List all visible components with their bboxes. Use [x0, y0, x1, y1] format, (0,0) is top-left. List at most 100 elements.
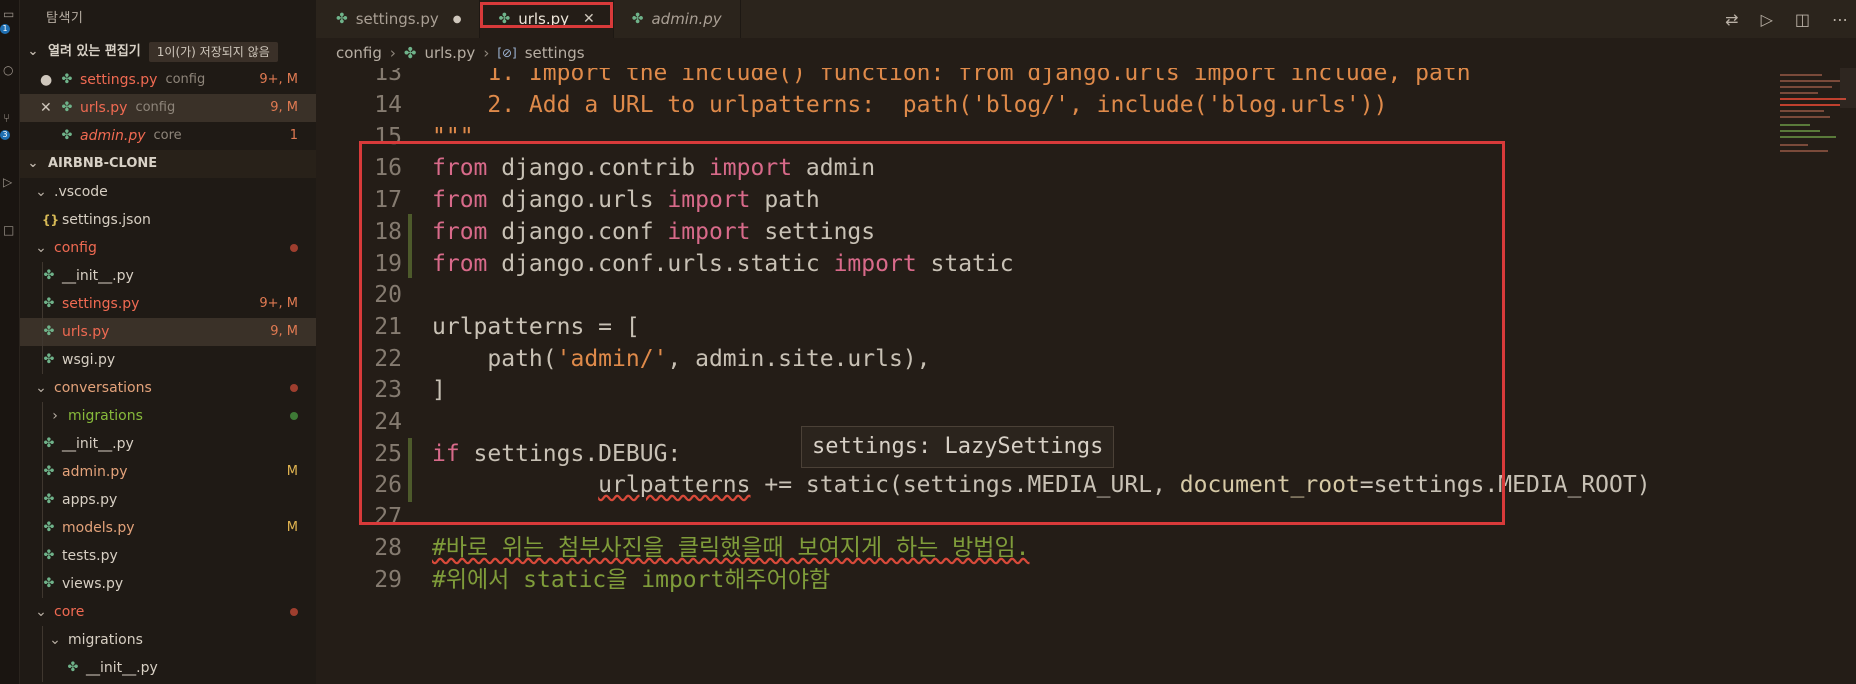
- tree-file[interactable]: {} settings.json: [20, 206, 316, 234]
- python-file-icon: ✤: [403, 44, 417, 62]
- tree-label: settings.json: [62, 212, 151, 228]
- python-file-icon: ✤: [61, 100, 73, 115]
- breadcrumb-file[interactable]: urls.py: [424, 44, 475, 62]
- python-file-icon: ✤: [631, 11, 644, 27]
- untracked-dot: [290, 412, 298, 420]
- extensions-icon[interactable]: □: [3, 224, 15, 236]
- variable-symbol-icon: [⊘]: [497, 46, 517, 60]
- line-number: 14: [374, 92, 402, 118]
- code-editor[interactable]: 13 1. Import the include() function: fro…: [316, 68, 1856, 684]
- explorer-sidebar: 탐색기 ⌄ 열려 있는 편집기 1이(가) 저장되지 않음 ● ✤ settin…: [20, 0, 316, 684]
- tree-label: urls.py: [62, 324, 110, 340]
- compare-changes-icon[interactable]: ⇄: [1725, 10, 1738, 29]
- python-file-icon: ✤: [43, 576, 55, 591]
- tree-file[interactable]: ✤ __init__.py: [20, 262, 316, 290]
- breadcrumb-symbol[interactable]: settings: [525, 44, 585, 62]
- open-editor-folder: config: [135, 100, 176, 115]
- split-editor-icon[interactable]: ◫: [1795, 10, 1810, 29]
- close-icon[interactable]: ✕: [40, 94, 52, 122]
- tree-file[interactable]: ✤ apps.py: [20, 486, 316, 514]
- breadcrumb: config › ✤ urls.py › [⊘] settings: [316, 38, 1856, 68]
- open-editors-label: 열려 있는 편집기: [48, 44, 141, 59]
- status-badge: M: [286, 464, 298, 479]
- chevron-down-icon: ⌄: [35, 184, 47, 200]
- explorer-badge: 1: [0, 24, 10, 34]
- status-badge: 1: [289, 128, 298, 143]
- breadcrumb-folder[interactable]: config: [336, 44, 382, 62]
- source-control-icon[interactable]: ⑂: [3, 112, 15, 124]
- tab-label: admin.py: [651, 10, 722, 28]
- tree-file[interactable]: ✤ views.py: [20, 570, 316, 598]
- line-number: 28: [374, 535, 402, 561]
- unsaved-dot-icon[interactable]: ●: [453, 14, 462, 25]
- tree-folder-migrations[interactable]: › migrations: [20, 402, 316, 430]
- editor-actions: ⇄ ▷ ◫ ⋯: [1725, 0, 1848, 38]
- python-file-icon: ✤: [43, 324, 55, 339]
- run-icon[interactable]: ▷: [1761, 10, 1773, 29]
- modified-dot: [290, 384, 298, 392]
- python-file-icon: ✤: [43, 296, 55, 311]
- unsaved-dot-icon[interactable]: ●: [40, 66, 52, 94]
- run-debug-icon[interactable]: ▷: [3, 176, 15, 188]
- tree-label: migrations: [68, 632, 143, 648]
- python-file-icon: ✤: [43, 352, 55, 367]
- python-file-icon: ✤: [336, 11, 348, 27]
- tree-file[interactable]: ✤ wsgi.py: [20, 346, 316, 374]
- tree-file[interactable]: ✤ __init__.py: [20, 654, 316, 682]
- tree-folder-core[interactable]: ⌄ core: [20, 598, 316, 626]
- tree-file[interactable]: ✤ admin.py M: [20, 458, 316, 486]
- hover-tooltip: settings: LazySettings: [801, 426, 1115, 468]
- tree-file[interactable]: ✤ __init__.py: [20, 430, 316, 458]
- tree-folder-conversations[interactable]: ⌄ conversations: [20, 374, 316, 402]
- tab-highlight-box: [480, 2, 613, 28]
- tree-label: core: [54, 604, 85, 620]
- modified-dot: [290, 608, 298, 616]
- tree-file[interactable]: ✤ settings.py 9+, M: [20, 290, 316, 318]
- open-editor-name: settings.py: [80, 72, 158, 88]
- workspace-header[interactable]: ⌄ AIRBNB-CLONE: [20, 150, 316, 178]
- tree-folder-migrations[interactable]: ⌄ migrations: [20, 626, 316, 654]
- python-file-icon: ✤: [43, 464, 55, 479]
- tree-folder-config[interactable]: ⌄ config: [20, 234, 316, 262]
- python-file-icon: ✤: [61, 128, 73, 143]
- open-editor-urls[interactable]: ✕ ✤ urls.py config 9, M: [20, 94, 316, 122]
- json-file-icon: {}: [42, 213, 60, 227]
- tree-file[interactable]: ✤ models.py M: [20, 514, 316, 542]
- chevron-right-icon: ›: [389, 44, 396, 62]
- chevron-down-icon: ⌄: [27, 156, 39, 171]
- open-editor-name: urls.py: [80, 100, 128, 116]
- search-icon[interactable]: ○: [3, 64, 15, 76]
- chevron-down-icon: ⌄: [49, 632, 61, 648]
- tree-label: tests.py: [62, 548, 118, 564]
- tab-admin[interactable]: ✤ admin.py: [614, 0, 741, 38]
- tab-label: settings.py: [355, 10, 439, 28]
- tree-file[interactable]: ✤ tests.py: [20, 542, 316, 570]
- python-file-icon: ✤: [43, 268, 55, 283]
- tree-label: admin.py: [62, 464, 128, 480]
- explorer-icon[interactable]: ▭: [3, 8, 15, 20]
- tree-label: settings.py: [62, 296, 140, 312]
- scrollbar-thumb[interactable]: [1840, 68, 1856, 108]
- tree-label: __init__.py: [86, 660, 158, 676]
- open-editor-folder: config: [165, 72, 206, 87]
- open-editors-header[interactable]: ⌄ 열려 있는 편집기 1이(가) 저장되지 않음: [20, 38, 316, 66]
- chevron-down-icon: ⌄: [35, 604, 47, 620]
- tree-label: conversations: [54, 380, 152, 396]
- chevron-right-icon: ›: [52, 408, 58, 424]
- python-file-icon: ✤: [43, 492, 55, 507]
- open-editor-admin[interactable]: ✤ admin.py core 1: [20, 122, 316, 150]
- status-badge: 9, M: [270, 324, 298, 339]
- tree-file-selected[interactable]: ✤ urls.py 9, M: [20, 318, 316, 346]
- open-editor-settings[interactable]: ● ✤ settings.py config 9+, M: [20, 66, 316, 94]
- tree-label: apps.py: [62, 492, 118, 508]
- more-actions-icon[interactable]: ⋯: [1832, 10, 1848, 29]
- python-file-icon: ✤: [43, 548, 55, 563]
- tree-label: config: [54, 240, 97, 256]
- modified-dot: [290, 244, 298, 252]
- tree-folder-vscode[interactable]: ⌄ .vscode: [20, 178, 316, 206]
- tab-urls[interactable]: ✤ urls.py ✕: [480, 0, 614, 38]
- tab-settings[interactable]: ✤ settings.py ●: [316, 0, 481, 38]
- chevron-down-icon: ⌄: [35, 380, 47, 396]
- editor-tabs: ✤ settings.py ● ✤ urls.py ✕ ✤ admin.py ⇄…: [316, 0, 1856, 38]
- open-editor-name: admin.py: [80, 128, 146, 144]
